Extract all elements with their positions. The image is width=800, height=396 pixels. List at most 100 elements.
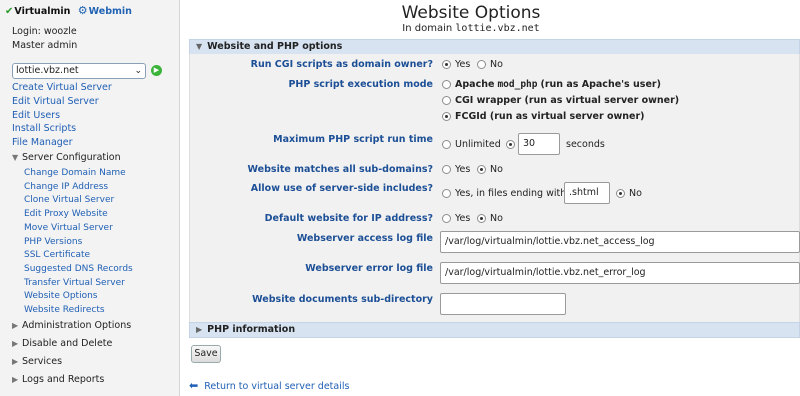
webmin-gear-icon: ⚙	[77, 4, 88, 17]
disable-and-delete-label: Disable and Delete	[22, 338, 113, 349]
php-mode-fcgid-radio[interactable]	[442, 112, 451, 121]
website-options-link[interactable]: Website Options	[24, 291, 97, 301]
php-mode-cgi-text: CGI wrapper (run as virtual server owner…	[455, 95, 680, 106]
cgi-owner-yes-radio[interactable]	[442, 60, 451, 69]
subdomains-no-radio[interactable]	[477, 165, 486, 174]
default-website-yes-radio[interactable]	[442, 214, 451, 223]
collapsed-triangle-icon: ▶	[12, 321, 19, 330]
clone-virtual-server-link[interactable]: Clone Virtual Server	[24, 195, 114, 205]
collapsed-triangle-icon: ▶	[12, 375, 19, 384]
panel-title: Website and PHP options	[207, 41, 343, 52]
php-mode-apache-text: Apache	[455, 79, 495, 90]
return-link[interactable]: ⬅ Return to virtual server details	[189, 379, 349, 392]
ssi-label: Allow use of server-side includes?	[250, 183, 433, 194]
transfer-virtual-server-link[interactable]: Transfer Virtual Server	[24, 278, 125, 288]
access-log-input[interactable]: /var/log/virtualmin/lottie.vbz.net_acces…	[440, 231, 800, 253]
suggested-dns-records-link[interactable]: Suggested DNS Records	[24, 264, 133, 274]
virtualmin-link[interactable]: Virtualmin	[14, 6, 70, 17]
webmin-link[interactable]: Webmin	[89, 6, 132, 17]
cgi-owner-no-label: No	[490, 59, 503, 70]
max-run-time-unlimited-label: Unlimited	[455, 139, 501, 150]
subdomains-yes-label: Yes	[455, 164, 471, 175]
disable-and-delete-section[interactable]: ▶ Disable and Delete	[12, 338, 112, 349]
main-content: Website Options In domain lottie.vbz.net…	[181, 0, 800, 396]
max-run-time-input[interactable]: 30	[518, 133, 560, 155]
ssi-no-radio[interactable]	[616, 189, 625, 198]
php-mode-apache-suffix: (run as Apache's user)	[540, 79, 661, 90]
ssl-certificate-link[interactable]: SSL Certificate	[24, 250, 90, 260]
page-subtitle: In domain lottie.vbz.net	[321, 23, 621, 34]
virtualmin-check-icon: ✔	[5, 6, 14, 17]
collapsed-triangle-icon: ▶	[12, 339, 19, 348]
max-run-time-unlimited-radio[interactable]	[442, 140, 451, 149]
php-mode-fcgid-text: FCGId (run as virtual server owner)	[455, 111, 645, 122]
ssi-extension-input[interactable]: .shtml	[564, 182, 610, 204]
ssi-yes-radio[interactable]	[442, 189, 451, 198]
domain-select-value: lottie.vbz.net	[16, 65, 79, 76]
change-domain-name-link[interactable]: Change Domain Name	[24, 168, 126, 178]
php-versions-link[interactable]: PHP Versions	[24, 237, 82, 247]
subtitle-domain: lottie.vbz.net	[455, 23, 540, 34]
change-ip-address-link[interactable]: Change IP Address	[24, 182, 108, 192]
default-website-no-label: No	[490, 213, 503, 224]
server-configuration-section[interactable]: ▼ Server Configuration	[12, 152, 121, 163]
error-log-label: Webserver error log file	[305, 263, 433, 274]
edit-proxy-website-link[interactable]: Edit Proxy Website	[24, 209, 108, 219]
administration-options-label: Administration Options	[22, 320, 132, 331]
install-scripts-link[interactable]: Install Scripts	[12, 123, 76, 134]
page-title: Website Options	[401, 3, 541, 23]
docs-subdirectory-input[interactable]	[440, 293, 566, 315]
subtitle-prefix: In domain	[402, 23, 453, 34]
edit-virtual-server-link[interactable]: Edit Virtual Server	[12, 96, 99, 107]
save-button[interactable]: Save	[191, 345, 221, 363]
collapsed-triangle-icon: ▶	[12, 357, 19, 366]
return-link-label: Return to virtual server details	[204, 381, 350, 392]
back-arrow-icon: ⬅	[189, 379, 199, 392]
access-log-label: Webserver access log file	[296, 233, 433, 244]
php-mode-cgi-radio[interactable]	[442, 96, 451, 105]
website-php-options-header[interactable]: ▼ Website and PHP options	[189, 39, 800, 55]
services-section[interactable]: ▶ Services	[12, 356, 62, 367]
subdomains-label: Website matches all sub-domains?	[247, 164, 433, 175]
max-run-time-unit: seconds	[566, 139, 605, 150]
php-information-title: PHP information	[207, 324, 296, 335]
services-label: Services	[22, 356, 63, 367]
subdomains-no-label: No	[490, 164, 503, 175]
cgi-owner-yes-label: Yes	[455, 59, 471, 70]
php-mode-fcgid-label: FCGId (run as virtual server owner)	[455, 111, 645, 122]
website-php-options-panel: Run CGI scripts as domain owner? Yes No …	[189, 54, 800, 322]
product-switcher: ✔Virtualmin ⚙Webmin	[5, 4, 132, 17]
domain-select[interactable]: lottie.vbz.net ⌄	[12, 63, 146, 79]
php-information-header[interactable]: ▶ PHP information	[189, 322, 800, 338]
create-virtual-server-link[interactable]: Create Virtual Server	[12, 82, 112, 93]
expanded-triangle-icon: ▼	[196, 42, 203, 51]
subdomains-yes-radio[interactable]	[442, 165, 451, 174]
php-mode-apache-radio[interactable]	[442, 80, 451, 89]
cgi-owner-label: Run CGI scripts as domain owner?	[250, 59, 433, 70]
move-virtual-server-link[interactable]: Move Virtual Server	[24, 223, 113, 233]
sidebar: ✔Virtualmin ⚙Webmin Login: woozle Master…	[0, 0, 180, 396]
edit-users-link[interactable]: Edit Users	[12, 110, 60, 121]
default-website-label: Default website for IP address?	[264, 213, 433, 224]
chevron-down-icon: ⌄	[134, 66, 142, 76]
ssi-no-label: No	[629, 188, 642, 199]
docs-subdirectory-label: Website documents sub-directory	[252, 294, 433, 305]
expanded-triangle-icon: ▼	[12, 153, 19, 162]
default-website-no-radio[interactable]	[477, 214, 486, 223]
ssi-yes-label: Yes, in files ending with	[455, 188, 567, 199]
administration-options-section[interactable]: ▶ Administration Options	[12, 320, 131, 331]
website-redirects-link[interactable]: Website Redirects	[24, 305, 105, 315]
max-run-time-value-radio[interactable]	[506, 140, 515, 149]
cgi-owner-no-radio[interactable]	[477, 60, 486, 69]
logs-and-reports-label: Logs and Reports	[22, 374, 105, 385]
php-mode-apache-label: Apache mod_php (run as Apache's user)	[455, 79, 661, 90]
login-info: Login: woozle Master admin	[12, 25, 77, 53]
go-arrow-icon[interactable]: ▶	[151, 65, 162, 76]
logs-and-reports-section[interactable]: ▶ Logs and Reports	[12, 374, 104, 385]
login-text: Login: woozle	[12, 26, 77, 37]
file-manager-link[interactable]: File Manager	[12, 137, 73, 148]
php-mode-cgi-label: CGI wrapper (run as virtual server owner…	[455, 95, 679, 106]
server-configuration-label: Server Configuration	[22, 152, 121, 163]
default-website-yes-label: Yes	[455, 213, 471, 224]
error-log-input[interactable]: /var/log/virtualmin/lottie.vbz.net_error…	[440, 262, 800, 284]
